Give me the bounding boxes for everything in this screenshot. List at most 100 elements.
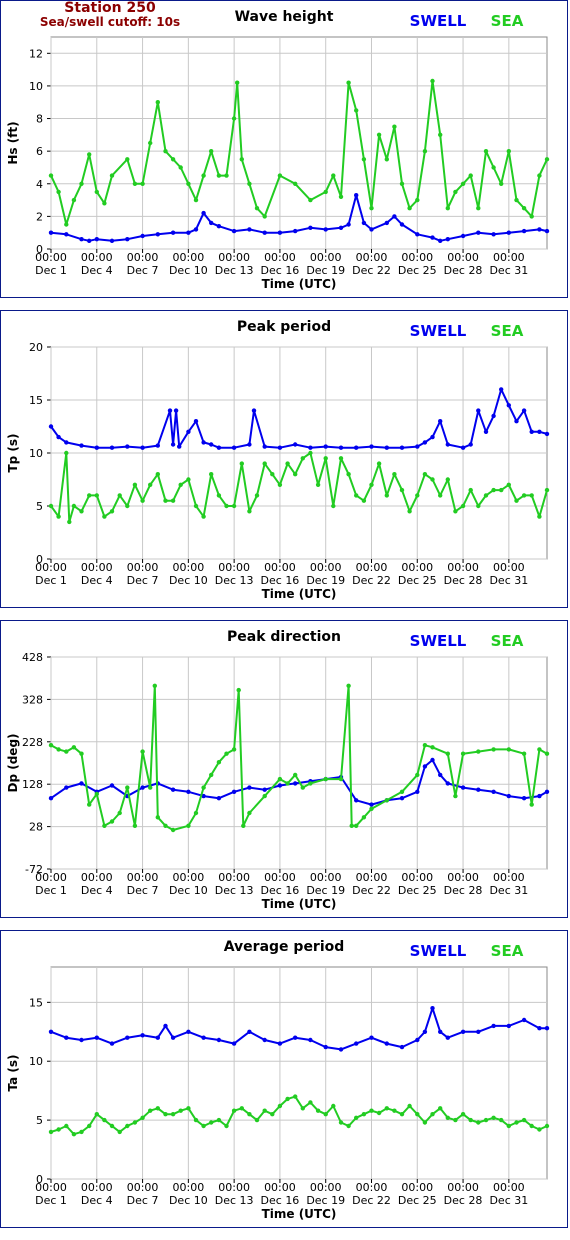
swell-data-point [277, 445, 283, 450]
sea-data-point [430, 477, 435, 482]
swell-data-point [445, 781, 450, 786]
sea-data-point [79, 751, 84, 756]
sea-data-point [201, 173, 206, 178]
x-tick-label-date: Dec 28 [444, 1194, 483, 1207]
sea-data-point [300, 456, 305, 461]
legend-sea: SEA [491, 12, 524, 30]
swell-data-point [186, 789, 191, 794]
swell-data-point [537, 227, 542, 232]
sea-data-point [468, 487, 473, 493]
sea-data-point [369, 482, 374, 487]
sea-data-point [56, 1127, 61, 1132]
sea-data-point [430, 1112, 435, 1117]
sea-data-point [193, 503, 199, 509]
plot-area [50, 36, 548, 250]
sea-data-point [338, 456, 344, 461]
sea-data-point [521, 1117, 527, 1123]
x-axis-label: Time (UTC) [262, 897, 337, 911]
sea-data-point [148, 140, 153, 146]
sea-data-point [125, 157, 130, 162]
swell-data-point [293, 442, 298, 447]
swell-data-point [79, 1037, 84, 1043]
swell-data-point [48, 796, 54, 801]
swell-data-point [537, 793, 542, 799]
swell-data-point [216, 445, 222, 450]
sea-data-point [48, 743, 54, 748]
y-axis-label: Tp (s) [6, 433, 20, 472]
x-tick-label-time: 00:00 [127, 871, 159, 884]
swell-data-point [79, 443, 84, 448]
swell-data-point [125, 1035, 130, 1040]
sea-data-point [453, 1117, 458, 1123]
x-tick-label-date: Dec 31 [489, 574, 528, 587]
sea-data-point [445, 1115, 450, 1120]
sea-data-point [521, 206, 527, 211]
swell-data-point [308, 1037, 313, 1043]
sea-data-point [262, 793, 267, 799]
swell-data-point [514, 419, 519, 424]
sea-data-point [170, 157, 176, 162]
x-tick-label-date: Dec 19 [306, 884, 345, 897]
x-tick-label-time: 00:00 [81, 561, 113, 574]
swell-data-point [544, 431, 550, 437]
x-tick-label-date: Dec 22 [352, 264, 391, 277]
swell-data-point [422, 440, 428, 445]
sea-data-point [369, 806, 374, 811]
swell-data-point [155, 1035, 160, 1040]
sea-data-point [460, 181, 466, 186]
sea-data-point [438, 1106, 443, 1111]
sea-data-point [277, 173, 283, 178]
sea-data-point [132, 1120, 138, 1125]
swell-data-point [422, 1029, 428, 1034]
swell-data-point [338, 445, 344, 450]
sea-data-point [422, 743, 428, 748]
x-tick-label-date: Dec 16 [261, 1194, 300, 1207]
sea-data-point [56, 189, 61, 195]
sea-data-point [231, 1108, 237, 1113]
sea-data-point [178, 482, 183, 487]
sea-data-point [186, 1106, 191, 1111]
sea-data-point [308, 450, 313, 456]
sea-data-point [48, 503, 54, 509]
sea-data-point [262, 214, 267, 219]
x-tick-label-date: Dec 28 [444, 884, 483, 897]
sea-data-point [64, 222, 69, 227]
swell-data-point [140, 785, 145, 790]
swell-data-point [64, 232, 69, 237]
swell-data-point [361, 220, 367, 226]
swell-data-point [430, 757, 435, 763]
sea-data-point [94, 1112, 100, 1117]
x-tick-label-time: 00:00 [35, 1181, 67, 1194]
swell-data-point [247, 1029, 252, 1034]
sea-data-point [544, 157, 550, 162]
sea-data-point [529, 802, 534, 807]
swell-data-point [430, 1006, 435, 1011]
swell-data-point [94, 445, 100, 450]
x-tick-label-date: Dec 13 [215, 884, 254, 897]
sea-data-point [231, 747, 237, 752]
sea-data-point [506, 1123, 511, 1129]
sea-data-point [125, 785, 130, 790]
sea-data-point [224, 751, 229, 756]
swell-data-point [392, 214, 397, 219]
sea-data-point [170, 1112, 176, 1117]
sea-data-point [468, 173, 473, 178]
swell-data-point [521, 796, 527, 801]
sea-data-point [209, 1120, 214, 1125]
swell-data-point [354, 798, 359, 803]
sea-data-point [476, 1120, 481, 1125]
sea-data-point [277, 1103, 283, 1109]
sea-data-point [438, 493, 443, 498]
swell-data-point [506, 793, 511, 799]
sea-data-point [125, 503, 130, 509]
x-tick-label-time: 00:00 [264, 871, 296, 884]
swell-data-point [460, 1029, 466, 1034]
sea-data-point [117, 1129, 122, 1135]
swell-data-point [262, 230, 267, 235]
swell-data-point [56, 434, 61, 440]
x-tick-label-date: Dec 10 [169, 574, 208, 587]
x-tick-label-date: Dec 10 [169, 1194, 208, 1207]
sea-data-point [155, 1106, 160, 1111]
swell-data-point [430, 434, 435, 440]
sea-data-point [132, 181, 138, 186]
